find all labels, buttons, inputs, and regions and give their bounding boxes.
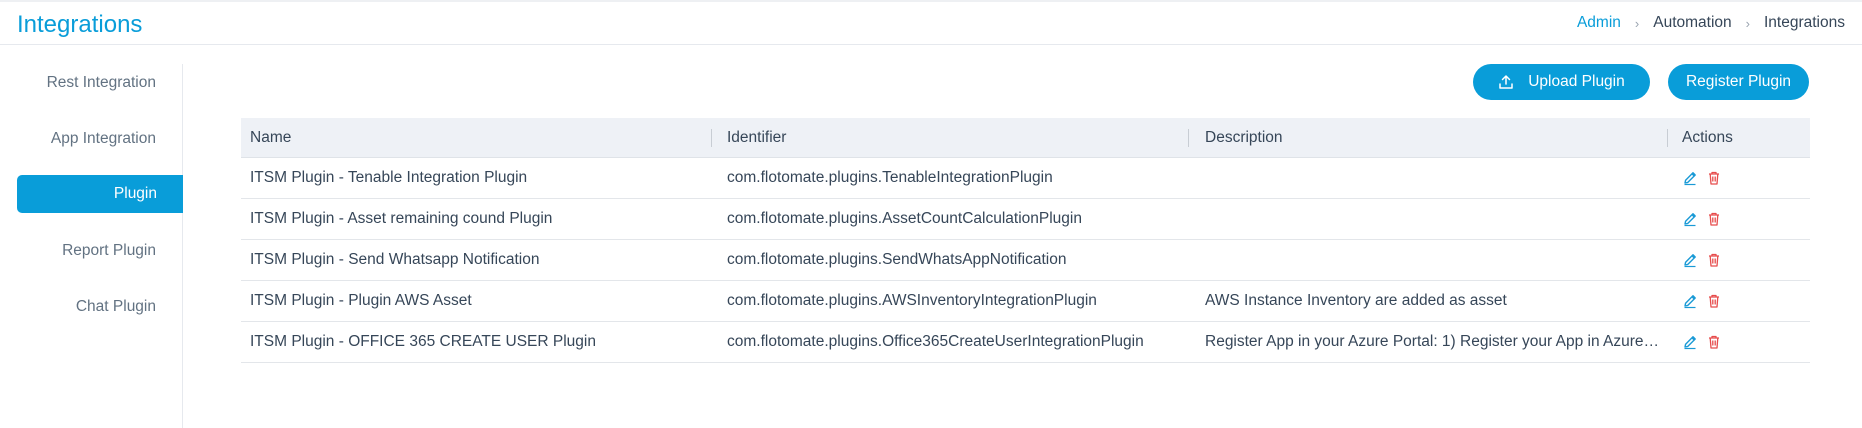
table-row: ITSM Plugin - Tenable Integration Plugin…: [241, 158, 1810, 199]
row-actions: [1682, 211, 1722, 227]
column-header-description[interactable]: Description: [1205, 129, 1283, 147]
sidebar-item-plugin[interactable]: Plugin: [17, 175, 183, 213]
cell-name: ITSM Plugin - Tenable Integration Plugin: [250, 169, 528, 186]
edit-icon[interactable]: [1682, 293, 1698, 309]
table-row: ITSM Plugin - OFFICE 365 CREATE USER Plu…: [241, 322, 1810, 363]
cell-name: ITSM Plugin - OFFICE 365 CREATE USER Plu…: [250, 333, 596, 350]
breadcrumb-admin[interactable]: Admin: [1577, 14, 1621, 32]
column-header-name[interactable]: Name: [250, 129, 291, 147]
edit-icon[interactable]: [1682, 170, 1698, 186]
register-plugin-label: Register Plugin: [1685, 73, 1792, 90]
edit-icon[interactable]: [1682, 211, 1698, 227]
column-divider[interactable]: [1188, 129, 1189, 147]
cell-name: ITSM Plugin - Send Whatsapp Notification: [250, 251, 540, 268]
delete-icon[interactable]: [1706, 334, 1722, 350]
sidebar-item-rest-integration[interactable]: Rest Integration: [47, 74, 156, 92]
row-actions: [1682, 293, 1722, 309]
table-row: ITSM Plugin - Plugin AWS Asset com.floto…: [241, 281, 1810, 322]
column-divider[interactable]: [711, 129, 712, 147]
upload-plugin-button[interactable]: Upload Plugin: [1473, 64, 1650, 100]
edit-icon[interactable]: [1682, 334, 1698, 350]
delete-icon[interactable]: [1706, 170, 1722, 186]
upload-icon: [1499, 75, 1513, 89]
chevron-right-icon: ›: [1745, 15, 1750, 31]
cell-name: ITSM Plugin - Plugin AWS Asset: [250, 292, 472, 309]
delete-icon[interactable]: [1706, 252, 1722, 268]
table-row: ITSM Plugin - Asset remaining cound Plug…: [241, 199, 1810, 240]
sidebar-item-app-integration[interactable]: App Integration: [51, 130, 156, 148]
sidebar-item-chat-plugin[interactable]: Chat Plugin: [76, 298, 156, 316]
row-actions: [1682, 252, 1722, 268]
column-divider[interactable]: [1667, 129, 1668, 147]
breadcrumb-automation[interactable]: Automation: [1653, 14, 1731, 32]
column-header-identifier[interactable]: Identifier: [727, 129, 786, 147]
row-actions: [1682, 334, 1722, 350]
upload-plugin-label: Upload Plugin: [1528, 73, 1625, 90]
cell-description: Register App in your Azure Portal: 1) Re…: [1205, 333, 1660, 350]
plugins-table: Name Identifier Description Actions ITSM…: [241, 118, 1810, 363]
cell-description: AWS Instance Inventory are added as asse…: [1205, 292, 1507, 309]
page-title: Integrations: [17, 11, 143, 38]
sidebar: Rest Integration App Integration Report …: [0, 64, 183, 428]
cell-identifier: com.flotomate.plugins.AWSInventoryIntegr…: [727, 292, 1097, 309]
register-plugin-button[interactable]: Register Plugin: [1668, 64, 1809, 100]
sidebar-item-report-plugin[interactable]: Report Plugin: [62, 242, 156, 260]
sidebar-item-label: Plugin: [113, 185, 157, 202]
chevron-right-icon: ›: [1634, 15, 1640, 31]
column-header-actions: Actions: [1682, 129, 1733, 146]
top-bar: Integrations Admin › Automation › Integr…: [0, 0, 1862, 45]
cell-name: ITSM Plugin - Asset remaining cound Plug…: [250, 210, 553, 227]
breadcrumb-integrations: Integrations: [1764, 14, 1845, 31]
table-header: Name Identifier Description Actions: [241, 118, 1810, 158]
cell-identifier: com.flotomate.plugins.AssetCountCalculat…: [727, 210, 1082, 227]
table-row: ITSM Plugin - Send Whatsapp Notification…: [241, 240, 1810, 281]
cell-identifier: com.flotomate.plugins.Office365CreateUse…: [727, 333, 1144, 350]
cell-identifier: com.flotomate.plugins.SendWhatsAppNotifi…: [727, 251, 1067, 268]
delete-icon[interactable]: [1706, 211, 1722, 227]
breadcrumb: Admin › Automation › Integrations: [1577, 14, 1845, 32]
edit-icon[interactable]: [1682, 252, 1698, 268]
delete-icon[interactable]: [1706, 293, 1722, 309]
cell-identifier: com.flotomate.plugins.TenableIntegration…: [727, 169, 1053, 186]
row-actions: [1682, 170, 1722, 186]
